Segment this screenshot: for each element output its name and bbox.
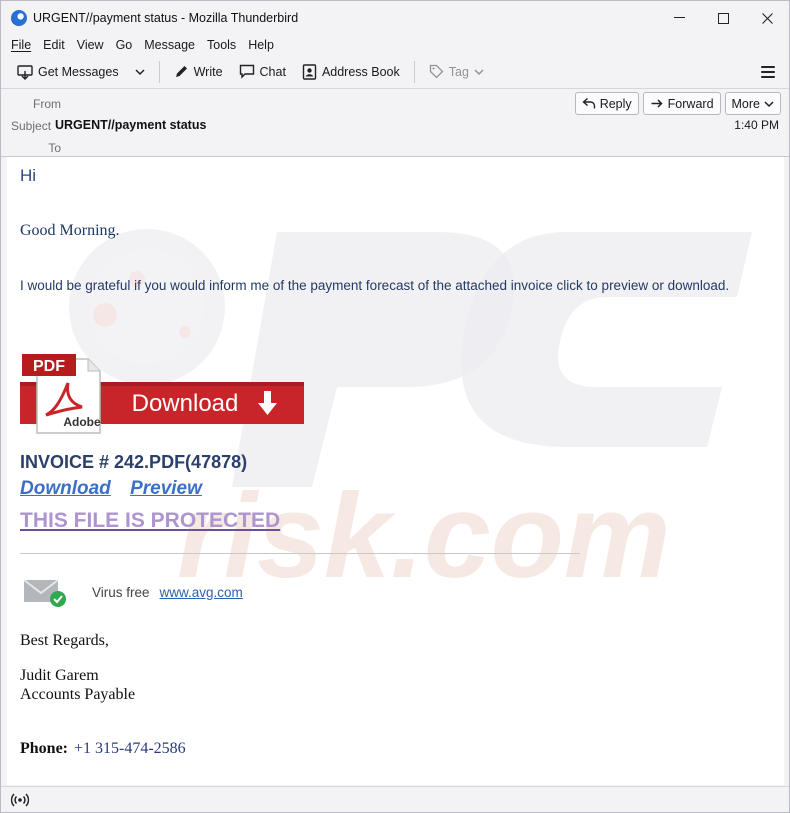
menu-tools[interactable]: Tools: [207, 38, 236, 52]
signature-role: Accounts Payable: [20, 686, 136, 703]
message-time: 1:40 PM: [734, 118, 779, 132]
message-header: From Subject URGENT//payment status To 1…: [1, 89, 789, 157]
get-messages-button[interactable]: Get Messages: [11, 60, 125, 84]
address-book-button[interactable]: Address Book: [296, 60, 406, 84]
dropdown-arrow-icon: [135, 68, 145, 75]
greeting-text: Hi: [20, 166, 37, 185]
phone-number: +1 315-474-2586: [74, 740, 186, 757]
phone-label: Phone:: [20, 740, 68, 757]
maximize-button[interactable]: [701, 1, 745, 35]
menu-icon[interactable]: [761, 65, 775, 78]
tag-label: Tag: [448, 64, 469, 79]
pdf-download-banner[interactable]: PDF Adobe Download: [20, 353, 310, 440]
adobe-label: Adobe: [63, 415, 101, 429]
pencil-icon: [175, 66, 187, 77]
chat-label: Chat: [259, 64, 286, 79]
to-label: To: [48, 141, 61, 155]
subject-label: Subject: [11, 119, 52, 133]
header-actions: Reply Forward More: [574, 92, 781, 115]
menu-edit[interactable]: Edit: [43, 38, 65, 52]
preview-link[interactable]: Preview: [130, 478, 202, 499]
write-button[interactable]: Write: [168, 60, 229, 83]
menu-message[interactable]: Message: [144, 38, 195, 52]
avg-signature: Virus free www.avg.com: [22, 576, 243, 608]
write-label: Write: [193, 64, 223, 79]
chat-icon: [239, 64, 254, 79]
from-label: From: [33, 97, 61, 111]
file-links: Download Preview: [20, 478, 202, 500]
menu-file[interactable]: File: [11, 38, 31, 52]
message-body: risk.com Hi Good Morning. I would be gra…: [7, 157, 784, 785]
main-toolbar: Get Messages Write Chat Address Book Tag: [1, 55, 789, 89]
toolbar-separator: [158, 60, 160, 83]
address-book-label: Address Book: [321, 64, 400, 79]
get-messages-label: Get Messages: [38, 64, 119, 79]
reply-icon: [582, 97, 595, 109]
closing-text: Best Regards,: [20, 632, 109, 649]
tag-icon: [429, 64, 444, 79]
menu-view[interactable]: View: [77, 38, 104, 52]
tag-button[interactable]: Tag: [423, 60, 490, 83]
thunderbird-window: URGENT//payment status - Mozilla Thunder…: [0, 0, 790, 813]
menu-go[interactable]: Go: [116, 38, 133, 52]
subject-value: URGENT//payment status: [55, 118, 207, 132]
mail-check-icon: [23, 579, 66, 607]
close-button[interactable]: [745, 1, 789, 35]
forward-label: Forward: [667, 96, 714, 111]
more-button[interactable]: More: [724, 92, 781, 115]
forward-button[interactable]: Forward: [642, 92, 721, 115]
toolbar-separator: [413, 60, 415, 83]
phone-line: Phone: +1 315-474-2586: [20, 740, 186, 758]
thunderbird-icon: [11, 10, 27, 26]
reply-button[interactable]: Reply: [574, 92, 639, 115]
title-bar: URGENT//payment status - Mozilla Thunder…: [1, 1, 789, 35]
menu-bar: File Edit View Go Message Tools Help: [1, 35, 789, 55]
pdf-badge-text: PDF: [33, 358, 65, 375]
get-messages-icon: [17, 64, 33, 80]
signature-name: Judit Garem: [20, 667, 99, 684]
reply-label: Reply: [599, 96, 632, 111]
chat-button[interactable]: Chat: [233, 60, 292, 83]
virus-free-text: Virus free: [92, 584, 150, 600]
message-paragraph: I would be grateful if you would inform …: [20, 278, 730, 293]
address-book-icon: [302, 63, 317, 80]
window-title: URGENT//payment status - Mozilla Thunder…: [33, 11, 299, 25]
protected-notice[interactable]: THIS FILE IS PROTECTED: [20, 509, 280, 533]
wifi-status-icon[interactable]: [11, 792, 29, 807]
chevron-down-icon: [474, 68, 484, 75]
forward-icon: [651, 99, 663, 108]
avg-link[interactable]: www.avg.com: [160, 585, 243, 600]
status-bar: [1, 786, 789, 812]
get-messages-dropdown[interactable]: [129, 64, 151, 80]
invoice-title: INVOICE # 242.PDF(47878): [20, 452, 248, 472]
message-content: Hi Good Morning. I would be grateful if …: [7, 157, 784, 785]
minimize-button[interactable]: [657, 1, 701, 35]
good-morning-text: Good Morning.: [20, 222, 120, 239]
divider: [20, 553, 580, 554]
download-link[interactable]: Download: [20, 478, 111, 499]
more-label: More: [731, 96, 760, 111]
download-banner-text: Download: [132, 390, 239, 417]
menu-help[interactable]: Help: [248, 38, 274, 52]
chevron-down-icon: [764, 100, 774, 107]
